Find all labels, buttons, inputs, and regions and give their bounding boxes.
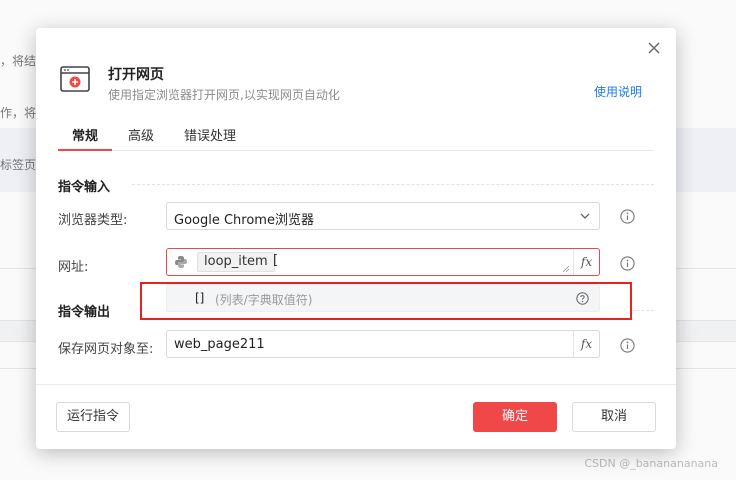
run-command-button[interactable]: 运行指令 (56, 402, 130, 432)
help-link[interactable]: 使用说明 (594, 83, 642, 100)
footer-divider (36, 384, 676, 385)
save-object-label: 保存网页对象至: (58, 342, 154, 357)
browser-type-label: 浏览器类型: (58, 213, 128, 228)
background-text: 标签页 (0, 158, 37, 172)
variable-chip[interactable]: loop_item (197, 252, 275, 272)
confirm-button[interactable]: 确定 (473, 402, 557, 432)
info-icon[interactable] (620, 256, 635, 271)
watermark: CSDN @_bananananana (584, 457, 718, 470)
background-text: 作，将 (0, 106, 37, 120)
save-object-value: web_page211 (174, 337, 265, 352)
browser-type-value: Google Chrome浏览器 (174, 213, 314, 228)
input-section-title: 指令输入 (58, 180, 111, 195)
url-typed-text: [ (273, 253, 279, 268)
url-input[interactable]: loop_item [ fx (166, 248, 600, 276)
section-divider (632, 310, 654, 311)
open-webpage-dialog: 打开网页 使用指定浏览器打开网页,以实现网页自动化 使用说明 常规 高级 错误处… (36, 28, 676, 449)
fx-button[interactable]: fx (573, 331, 599, 357)
info-icon[interactable] (620, 209, 635, 224)
fx-button[interactable]: fx (573, 249, 599, 275)
section-divider (132, 184, 654, 185)
tab-advanced[interactable]: 高级 (128, 125, 154, 150)
tab-general[interactable]: 常规 (57, 125, 113, 151)
save-object-input[interactable]: web_page211 fx (166, 330, 600, 358)
tab-error-handling[interactable]: 错误处理 (184, 125, 236, 150)
info-icon[interactable] (620, 338, 635, 353)
cancel-button[interactable]: 取消 (572, 402, 656, 432)
browser-window-icon (60, 66, 90, 92)
dialog-subtitle: 使用指定浏览器打开网页,以实现网页自动化 (108, 88, 340, 102)
chevron-down-icon (580, 213, 590, 219)
browser-type-select[interactable]: Google Chrome浏览器 (166, 202, 600, 230)
output-section-title: 指令输出 (58, 305, 111, 320)
resize-handle-icon[interactable] (563, 266, 569, 272)
close-icon[interactable] (646, 40, 662, 56)
tab-bar: 常规 高级 错误处理 (57, 123, 654, 151)
background-text: ，将结 (0, 54, 37, 68)
dialog-title: 打开网页 (108, 67, 164, 83)
python-icon (175, 256, 187, 268)
highlight-annotation (140, 282, 632, 320)
url-label: 网址: (58, 260, 89, 275)
